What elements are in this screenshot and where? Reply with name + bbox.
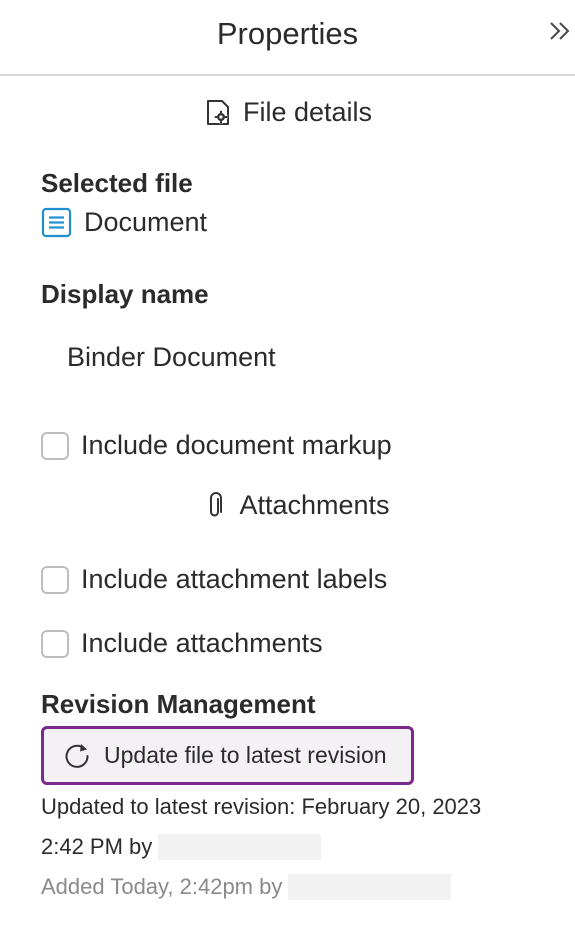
update-revision-label: Update file to latest revision <box>104 742 387 768</box>
redacted-user-name <box>158 834 322 860</box>
file-details-heading: File details <box>0 97 575 135</box>
file-details-label: File details <box>242 97 373 127</box>
revision-management-label: Revision Management <box>41 689 316 719</box>
include-markup-label: Include document markup <box>81 430 392 460</box>
include-markup-checkbox[interactable] <box>41 431 69 460</box>
file-settings-icon <box>206 99 229 125</box>
include-attachment-labels-label: Include attachment labels <box>81 564 388 594</box>
selected-file: Document <box>41 207 207 238</box>
paperclip-icon <box>210 491 223 516</box>
attachments-heading: Attachments <box>0 490 575 528</box>
include-attachments-checkbox[interactable] <box>41 629 69 658</box>
added-info: Added Today, 2:42pm by <box>41 874 452 900</box>
attachments-label: Attachments <box>239 490 390 520</box>
display-name-field[interactable]: Binder Document <box>67 342 276 373</box>
document-icon <box>41 207 72 238</box>
include-attachment-labels-option[interactable]: Include attachment labels <box>41 564 387 595</box>
panel-title: Properties <box>216 16 359 51</box>
selected-file-name: Document <box>84 207 208 237</box>
added-info-text: Added Today, 2:42pm by <box>41 874 283 899</box>
include-attachments-label: Include attachments <box>81 628 323 658</box>
redacted-user-name <box>288 874 452 900</box>
updated-revision-user: 2:42 PM by <box>41 834 322 860</box>
panel-header: Properties <box>0 0 575 76</box>
double-chevron-right-icon[interactable] <box>547 16 573 46</box>
include-markup-option[interactable]: Include document markup <box>41 430 392 461</box>
include-attachments-option[interactable]: Include attachments <box>41 628 323 659</box>
include-attachment-labels-checkbox[interactable] <box>41 565 69 594</box>
refresh-icon <box>65 743 89 768</box>
update-revision-button[interactable]: Update file to latest revision <box>41 726 414 785</box>
updated-revision-info: Updated to latest revision: February 20,… <box>41 794 482 819</box>
selected-file-label: Selected file <box>41 168 193 198</box>
display-name-label: Display name <box>41 279 209 309</box>
updated-revision-time: 2:42 PM by <box>41 834 153 859</box>
